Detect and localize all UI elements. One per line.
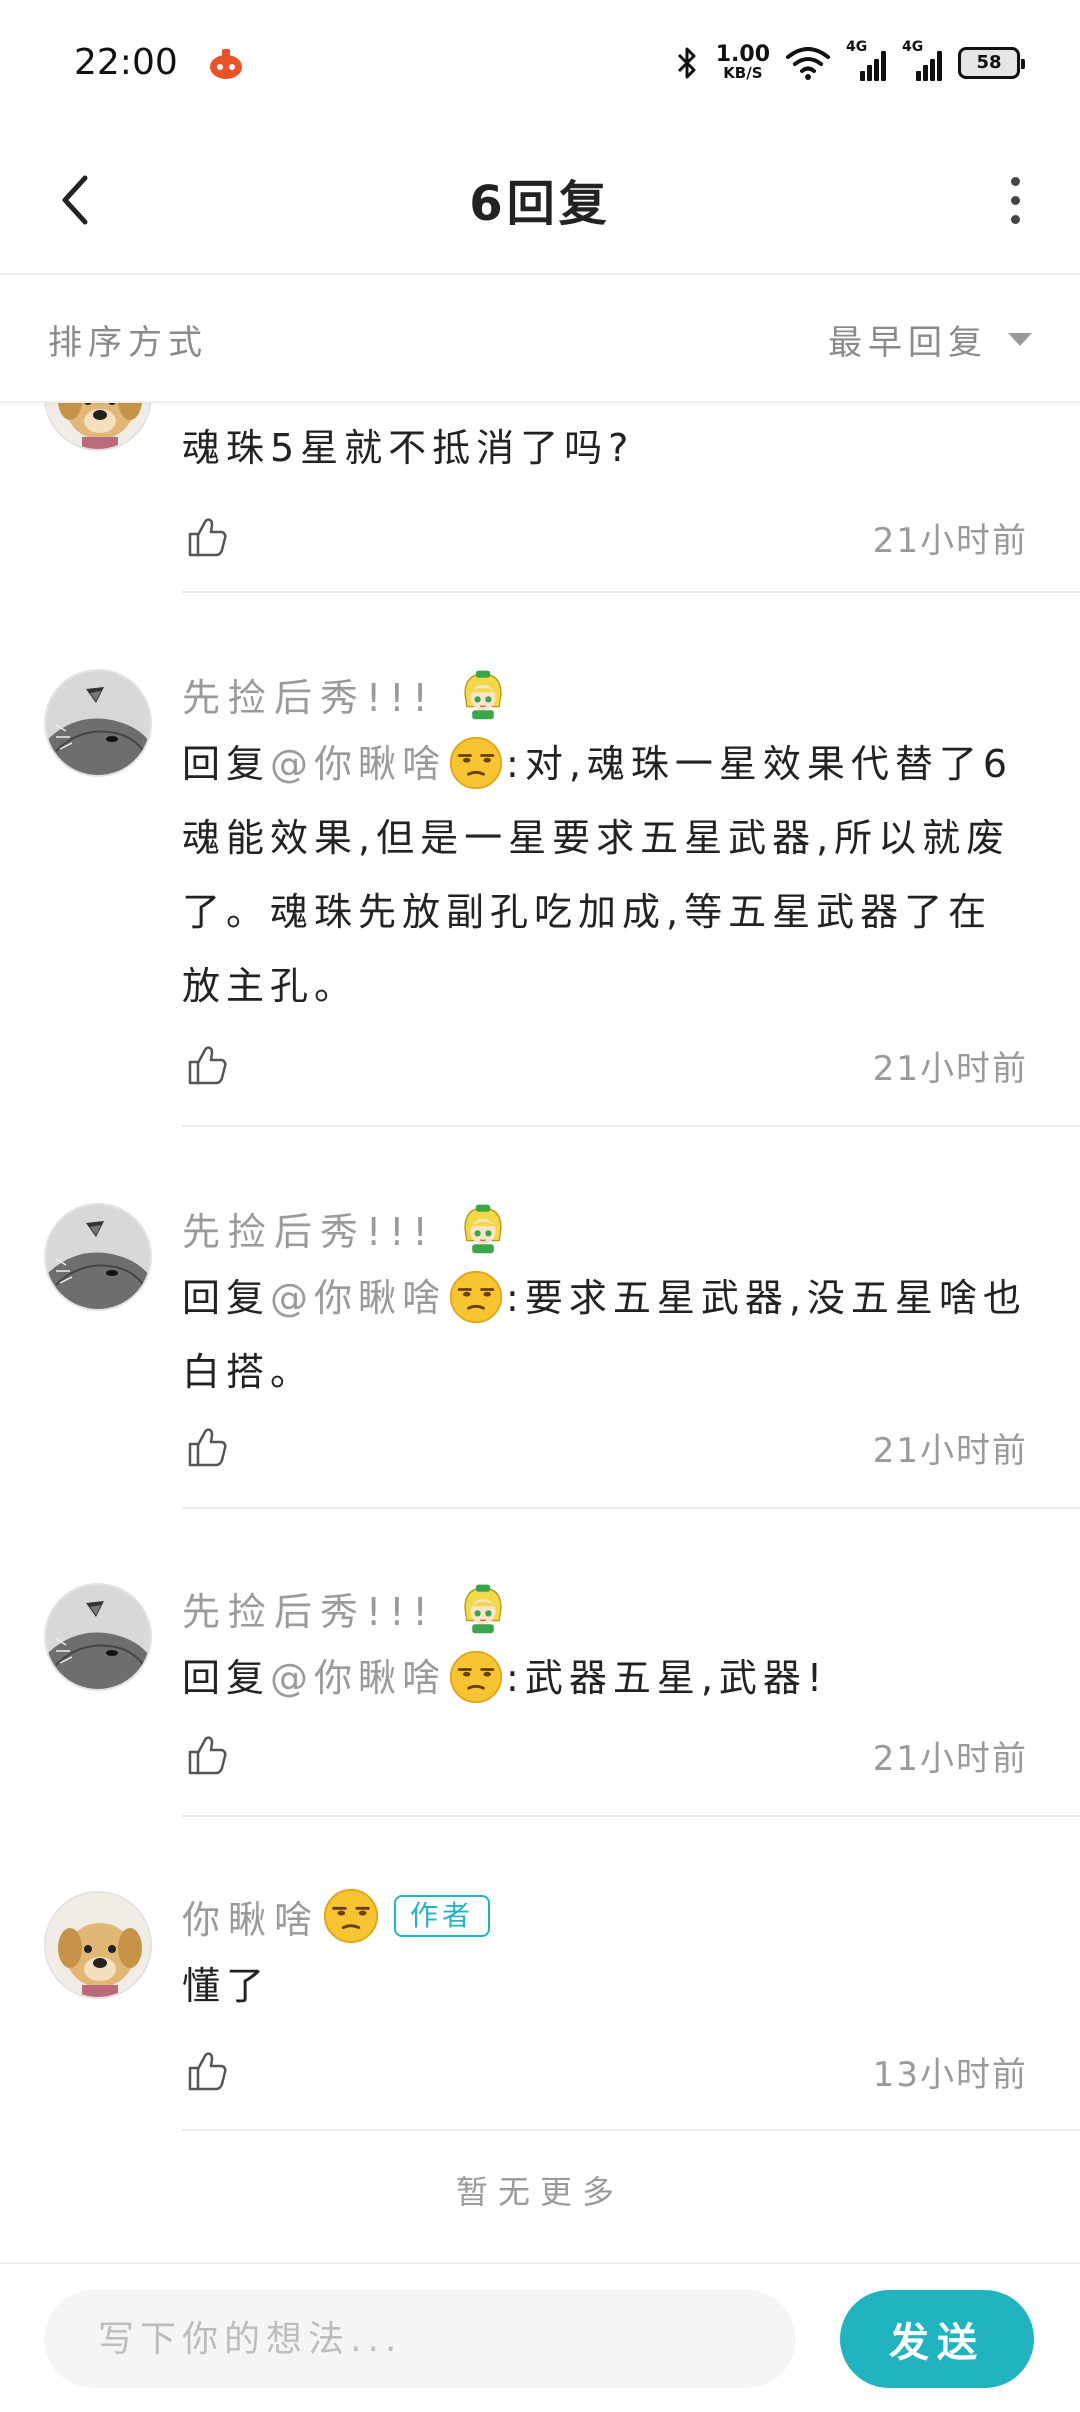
unamused-emoji-icon (322, 1887, 380, 1945)
avatar[interactable] (44, 1891, 152, 1999)
reply-prefix: 回复 (182, 1656, 271, 1700)
status-indicators: 1.00 KB/S 4G 4G 58 (674, 39, 1025, 81)
mention-link[interactable]: @你瞅啥 (270, 742, 446, 786)
reply-text: 懂了 (182, 1964, 271, 2008)
thumbs-up-icon[interactable] (182, 1041, 230, 1089)
thumbs-up-icon[interactable] (182, 1423, 230, 1471)
reply-input[interactable] (44, 2290, 796, 2388)
divider (182, 1815, 1080, 1817)
username-row: 你瞅啥 作者 (182, 1883, 1028, 1949)
more-vertical-icon (1010, 176, 1020, 186)
mention-link[interactable]: @你瞅啥 (270, 1656, 446, 1700)
composer-bar: 发送 (0, 2262, 1080, 2412)
user-badge-icon (456, 1201, 510, 1255)
send-button[interactable]: 发送 (840, 2290, 1034, 2388)
reply-list[interactable]: 魂珠5星就不抵消了吗? 21小时前 先捡后秀!!! 回复@你瞅啥:对,魂珠一星效… (0, 403, 1080, 2263)
page-title: 6回复 (469, 176, 611, 232)
reply-body: :武器五星,武器! (506, 1656, 829, 1700)
username-row: 先捡后秀!!! (182, 661, 1028, 727)
caret-down-icon (1008, 332, 1032, 346)
unamused-emoji-icon (448, 1269, 504, 1325)
signal-sim1-icon: 4G (846, 39, 886, 81)
battery-level: 58 (976, 52, 1002, 73)
reply-time: 21小时前 (872, 520, 1028, 561)
back-button[interactable] (40, 165, 110, 235)
unamused-emoji-icon (448, 735, 504, 791)
chevron-left-icon (62, 175, 88, 225)
sort-label: 排序方式 (48, 322, 208, 363)
no-more-indicator: 暂无更多 (455, 2173, 624, 2211)
avatar[interactable] (44, 669, 152, 777)
reply-time: 21小时前 (872, 1048, 1028, 1089)
avatar[interactable] (44, 403, 152, 451)
app-notification-icon (209, 48, 242, 79)
mention-link[interactable]: @你瞅啥 (270, 1276, 446, 1320)
username[interactable]: 先捡后秀!!! (182, 1581, 436, 1636)
network-speed-unit: KB/S (723, 64, 763, 82)
thumbs-up-icon[interactable] (182, 1731, 230, 1779)
username[interactable]: 先捡后秀!!! (182, 667, 436, 722)
battery-icon: 58 (958, 46, 1025, 79)
divider (182, 1125, 1080, 1127)
signal-sim2-label: 4G (902, 38, 924, 55)
sort-bar: 排序方式 最早回复 (0, 277, 1080, 403)
sort-selected-value: 最早回复 (828, 322, 988, 363)
user-badge-icon (456, 667, 510, 721)
username[interactable]: 你瞅啥 (182, 1889, 320, 1944)
reply-time: 21小时前 (872, 1430, 1028, 1471)
thumbs-up-icon[interactable] (182, 513, 230, 561)
bluetooth-icon (677, 47, 696, 78)
sort-dropdown[interactable]: 最早回复 (828, 315, 1032, 364)
avatar[interactable] (44, 1203, 152, 1311)
wifi-icon (786, 46, 830, 80)
divider (182, 1507, 1080, 1509)
network-speed: 1.00 KB/S (716, 44, 770, 81)
username-row: 先捡后秀!!! (182, 1195, 1028, 1261)
reply-text: 回复@你瞅啥 :武器五星,武器! (182, 1641, 1028, 1715)
thumbs-up-icon[interactable] (182, 2047, 230, 2095)
status-time: 22:00 (74, 42, 178, 83)
status-bar: 22:00 1.00 KB/S 4G 4G 58 (0, 0, 1080, 125)
reply-time: 13小时前 (872, 2054, 1028, 2095)
author-badge: 作者 (394, 1894, 491, 1938)
reply-prefix: 回复 (182, 742, 271, 786)
divider (182, 591, 1080, 593)
reply-text: 魂珠5星就不抵消了吗? (182, 426, 635, 470)
signal-sim2-icon: 4G (902, 39, 942, 81)
network-speed-value: 1.00 (715, 42, 770, 67)
app-header: 6回复 (0, 125, 1080, 275)
username[interactable]: 先捡后秀!!! (182, 1201, 436, 1256)
username-row: 先捡后秀!!! (182, 1575, 1028, 1641)
reply-text: 回复@你瞅啥:要求五星武器,没五星啥也白搭。 (182, 1261, 1028, 1409)
divider (182, 2129, 1080, 2131)
reply-time: 21小时前 (872, 1738, 1028, 1779)
avatar[interactable] (44, 1583, 152, 1691)
reply-prefix: 回复 (182, 1276, 271, 1320)
reply-text: 回复@你瞅啥:对,魂珠一星效果代替了6魂能效果,但是一星要求五星武器,所以就废了… (182, 727, 1028, 1023)
signal-sim1-label: 4G (846, 38, 868, 55)
user-badge-icon (456, 1581, 510, 1635)
more-options-button[interactable] (980, 165, 1050, 235)
unamused-emoji-icon (448, 1649, 504, 1705)
